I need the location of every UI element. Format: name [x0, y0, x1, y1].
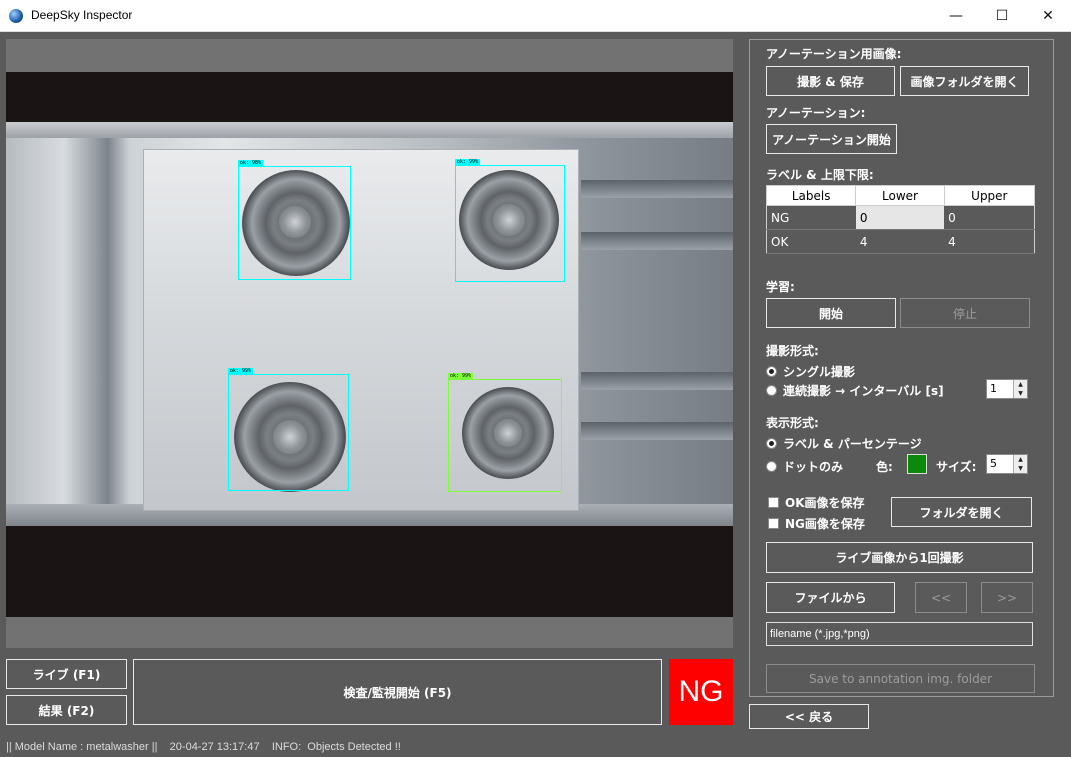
table-row: NG 0 0	[766, 205, 1035, 230]
start-inspection-button[interactable]: 検査/監視開始 (F5)	[133, 659, 662, 725]
label-percent-radio[interactable]: ラベル & パーセンテージ	[766, 435, 922, 452]
radio-icon	[766, 385, 777, 396]
minimize-button[interactable]: —	[933, 0, 979, 32]
detection-box	[228, 374, 349, 491]
capture-once-button[interactable]: ライブ画像から1回撮影	[766, 542, 1033, 573]
single-capture-radio[interactable]: シングル撮影	[766, 363, 855, 380]
stop-learning-button[interactable]: 停止	[900, 298, 1030, 328]
previous-button[interactable]: <<	[915, 582, 967, 613]
detection-box	[448, 379, 562, 492]
upper-cell[interactable]: 0	[944, 205, 1035, 230]
save-ng-checkbox[interactable]: NG画像を保存	[768, 515, 865, 532]
checkbox-icon	[768, 497, 779, 508]
window-title: DeepSky Inspector	[31, 8, 133, 22]
status-info: INFO: Objects Detected !!	[271, 741, 401, 753]
up-arrow-icon: ▲	[1018, 456, 1023, 463]
col-labels: Labels	[766, 185, 857, 206]
row-label: OK	[766, 229, 856, 254]
detection-label: ok: 99%	[228, 368, 254, 374]
from-file-button[interactable]: ファイルから	[766, 582, 895, 613]
camera-image: ok: 98% ok: 99% ok: 99% ok: 99%	[6, 72, 733, 617]
lower-cell[interactable]: 4	[855, 229, 945, 254]
status-bar: || Model Name : metalwasher || 20-04-27 …	[0, 737, 1071, 757]
live-button[interactable]: ライブ (F1)	[6, 659, 127, 689]
back-button[interactable]: << 戻る	[749, 704, 869, 729]
close-button[interactable]: ✕	[1025, 0, 1071, 32]
next-button[interactable]: >>	[981, 582, 1033, 613]
col-upper: Upper	[944, 185, 1036, 206]
dot-only-radio[interactable]: ドットのみ	[766, 458, 843, 475]
col-lower: Lower	[855, 185, 945, 206]
status-model: || Model Name : metalwasher ||	[6, 741, 158, 753]
learning-label: 学習:	[766, 280, 795, 294]
lower-cell[interactable]: 0	[855, 205, 945, 230]
verdict-indicator: NG	[669, 659, 733, 725]
detection-label: ok: 99%	[448, 373, 474, 379]
start-learning-button[interactable]: 開始	[766, 298, 896, 328]
status-time: 20-04-27 13:17:47	[169, 741, 260, 753]
capture-mode-label: 撮影形式:	[766, 344, 819, 358]
upper-cell[interactable]: 4	[944, 229, 1035, 254]
open-image-folder-button[interactable]: 画像フォルダを開く	[900, 66, 1029, 96]
save-ok-checkbox[interactable]: OK画像を保存	[768, 494, 865, 511]
detection-label: ok: 98%	[238, 160, 264, 166]
label-limits-table: Labels Lower Upper NG 0 0 OK 4 4	[766, 185, 1036, 254]
save-annotation-button[interactable]: Save to annotation img. folder	[766, 664, 1035, 693]
down-arrow-icon: ▼	[1018, 390, 1023, 397]
annotation-label: アノーテーション:	[766, 106, 866, 120]
detection-box	[238, 166, 351, 280]
detection-box	[455, 165, 565, 282]
annotation-image-label: アノーテーション用画像:	[766, 47, 902, 61]
radio-selected-icon	[766, 438, 777, 449]
size-label: サイズ:	[936, 460, 977, 474]
continuous-capture-radio[interactable]: 連続撮影 → インターバル [s]	[766, 382, 944, 399]
detection-label: ok: 99%	[455, 159, 481, 165]
color-picker[interactable]	[907, 454, 927, 474]
display-mode-label: 表示形式:	[766, 416, 819, 430]
result-button[interactable]: 結果 (F2)	[6, 695, 127, 725]
maximize-button[interactable]: ☐	[979, 0, 1025, 32]
radio-selected-icon	[766, 366, 777, 377]
open-save-folder-button[interactable]: フォルダを開く	[891, 497, 1032, 527]
app-globe-icon	[9, 9, 23, 23]
size-stepper[interactable]: 5 ▲ ▼	[986, 454, 1028, 474]
checkbox-icon	[768, 518, 779, 529]
color-label: 色:	[876, 460, 893, 474]
start-annotation-button[interactable]: アノーテーション開始	[766, 124, 897, 154]
title-bar: DeepSky Inspector — ☐ ✕	[0, 0, 1071, 32]
capture-save-button[interactable]: 撮影 & 保存	[766, 66, 895, 96]
interval-stepper[interactable]: 1 ▲ ▼	[986, 379, 1028, 399]
filename-field[interactable]: filename (*.jpg,*png)	[766, 622, 1033, 646]
down-arrow-icon: ▼	[1018, 465, 1023, 472]
radio-icon	[766, 461, 777, 472]
rail-top	[6, 122, 733, 138]
row-label: NG	[766, 205, 856, 230]
label-limits-label: ラベル & 上限下限:	[766, 168, 874, 182]
table-row: OK 4 4	[766, 229, 1035, 254]
up-arrow-icon: ▲	[1018, 381, 1023, 388]
